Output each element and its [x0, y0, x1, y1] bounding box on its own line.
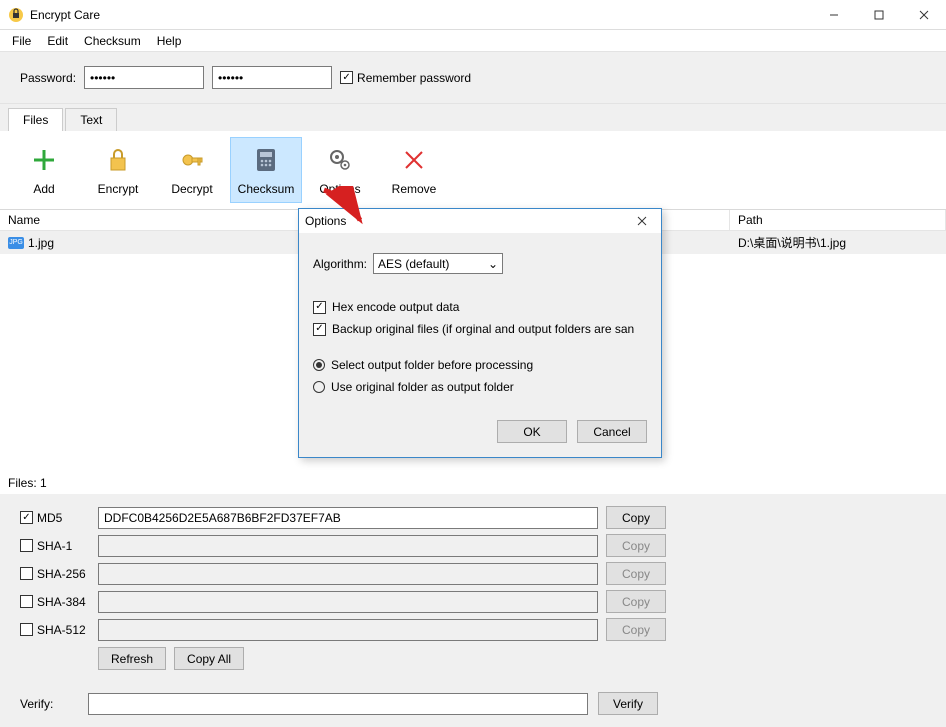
- verify-button[interactable]: Verify: [598, 692, 658, 715]
- radio-use-original[interactable]: Use original folder as output folder: [313, 380, 647, 394]
- verify-input[interactable]: [88, 693, 588, 715]
- file-name: 1.jpg: [28, 236, 54, 250]
- sha256-copy-button: Copy: [606, 562, 666, 585]
- toolbar: Add Encrypt Decrypt Checksum Options Rem…: [0, 131, 946, 209]
- sha384-value: [98, 591, 598, 613]
- encrypt-label: Encrypt: [98, 182, 139, 196]
- jpg-icon: JPG: [8, 237, 24, 249]
- menu-file[interactable]: File: [4, 32, 39, 50]
- encrypt-button[interactable]: Encrypt: [82, 137, 154, 203]
- options-dialog: Options Algorithm: AES (default) ⌄ ✓ Hex…: [298, 208, 662, 458]
- tabstrip: Files Text: [0, 104, 946, 131]
- copy-all-button[interactable]: Copy All: [174, 647, 244, 670]
- app-icon: [8, 7, 24, 23]
- menu-help[interactable]: Help: [149, 32, 190, 50]
- sha1-checkbox[interactable]: SHA-1: [20, 539, 90, 553]
- options-label: Options: [319, 182, 360, 196]
- tab-files[interactable]: Files: [8, 108, 63, 131]
- sha1-copy-button: Copy: [606, 534, 666, 557]
- window-title: Encrypt Care: [30, 8, 811, 22]
- md5-copy-button[interactable]: Copy: [606, 506, 666, 529]
- algorithm-select[interactable]: AES (default) ⌄: [373, 253, 503, 274]
- password-label: Password:: [20, 71, 76, 85]
- decrypt-button[interactable]: Decrypt: [156, 137, 228, 203]
- maximize-button[interactable]: [856, 0, 901, 29]
- checkbox-icon: ✓: [313, 301, 326, 314]
- gears-icon: [324, 144, 356, 176]
- checksum-button[interactable]: Checksum: [230, 137, 302, 203]
- password-field-1[interactable]: [84, 66, 204, 89]
- radio-icon: [313, 381, 325, 393]
- calculator-icon: [250, 144, 282, 176]
- password-row: Password: ✓ Remember password: [0, 52, 946, 104]
- hex-encode-checkbox[interactable]: ✓ Hex encode output data: [313, 300, 647, 314]
- checkbox-icon: [20, 623, 33, 636]
- dialog-title: Options: [305, 214, 629, 228]
- radio-select-folder[interactable]: Select output folder before processing: [313, 358, 647, 372]
- dialog-titlebar[interactable]: Options: [299, 209, 661, 233]
- checkbox-icon: ✓: [313, 323, 326, 336]
- sha256-value: [98, 563, 598, 585]
- file-path: D:\桌面\说明书\1.jpg: [730, 231, 946, 254]
- remove-button[interactable]: Remove: [378, 137, 450, 203]
- key-icon: [176, 144, 208, 176]
- sha1-value: [98, 535, 598, 557]
- checkbox-icon: [20, 567, 33, 580]
- close-button[interactable]: [901, 0, 946, 29]
- decrypt-label: Decrypt: [171, 182, 212, 196]
- sha512-copy-button: Copy: [606, 618, 666, 641]
- remember-label: Remember password: [357, 71, 471, 85]
- titlebar: Encrypt Care: [0, 0, 946, 30]
- files-count: Files: 1: [0, 472, 946, 494]
- checksum-label: Checksum: [238, 182, 295, 196]
- checkbox-icon: ✓: [20, 511, 33, 524]
- column-path[interactable]: Path: [730, 210, 946, 230]
- menu-checksum[interactable]: Checksum: [76, 32, 149, 50]
- md5-checkbox[interactable]: ✓MD5: [20, 511, 90, 525]
- add-label: Add: [33, 182, 54, 196]
- refresh-button[interactable]: Refresh: [98, 647, 166, 670]
- sha384-checkbox[interactable]: SHA-384: [20, 595, 90, 609]
- cancel-button[interactable]: Cancel: [577, 420, 647, 443]
- sha384-copy-button: Copy: [606, 590, 666, 613]
- tab-text[interactable]: Text: [65, 108, 117, 131]
- cross-icon: [398, 144, 430, 176]
- ok-button[interactable]: OK: [497, 420, 567, 443]
- checksum-panel: ✓MD5 Copy SHA-1 Copy SHA-256 Copy SHA-38…: [0, 494, 946, 727]
- remember-password-checkbox[interactable]: ✓ Remember password: [340, 71, 471, 85]
- minimize-button[interactable]: [811, 0, 856, 29]
- remove-label: Remove: [392, 182, 437, 196]
- algorithm-label: Algorithm:: [313, 257, 367, 271]
- chevron-down-icon: ⌄: [488, 257, 498, 271]
- lock-icon: [102, 144, 134, 176]
- checkbox-icon: ✓: [340, 71, 353, 84]
- verify-label: Verify:: [20, 697, 78, 711]
- sha512-checkbox[interactable]: SHA-512: [20, 623, 90, 637]
- menubar: File Edit Checksum Help: [0, 30, 946, 52]
- checkbox-icon: [20, 539, 33, 552]
- md5-value[interactable]: [98, 507, 598, 529]
- sha512-value: [98, 619, 598, 641]
- add-button[interactable]: Add: [8, 137, 80, 203]
- backup-checkbox[interactable]: ✓ Backup original files (if orginal and …: [313, 322, 647, 336]
- checkbox-icon: [20, 595, 33, 608]
- password-field-2[interactable]: [212, 66, 332, 89]
- dialog-close-button[interactable]: [629, 211, 655, 231]
- plus-icon: [28, 144, 60, 176]
- sha256-checkbox[interactable]: SHA-256: [20, 567, 90, 581]
- radio-icon: [313, 359, 325, 371]
- menu-edit[interactable]: Edit: [39, 32, 76, 50]
- options-button[interactable]: Options: [304, 137, 376, 203]
